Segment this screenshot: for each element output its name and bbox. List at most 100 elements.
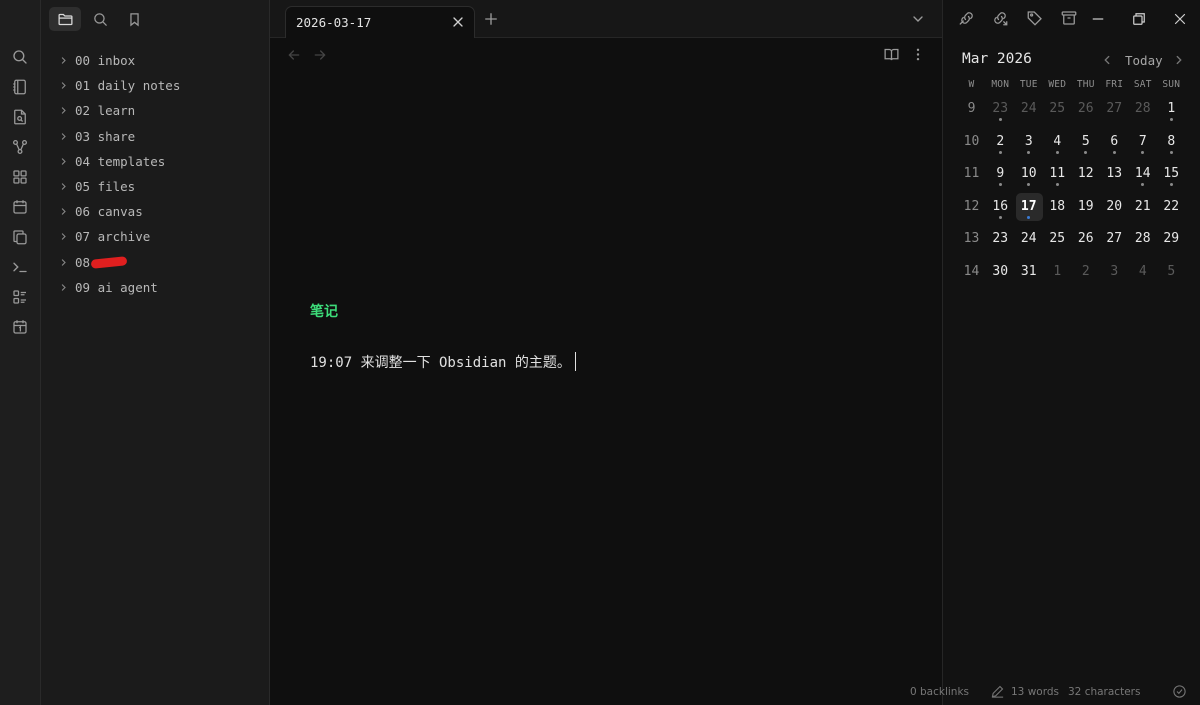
folder-icon[interactable]	[49, 7, 81, 31]
calendar-day[interactable]: 22	[1157, 191, 1186, 224]
calendar-day[interactable]: 6	[1100, 126, 1129, 159]
arrow-left-icon[interactable]	[286, 47, 302, 63]
calendar-week-number[interactable]: 11	[957, 158, 986, 191]
calendar-day-today[interactable]: 17	[1015, 191, 1044, 224]
check-circle-icon[interactable]	[1172, 684, 1187, 699]
calendar-day[interactable]: 1	[1043, 256, 1072, 289]
calendar-day-icon[interactable]	[11, 318, 29, 336]
calendar-day[interactable]: 25	[1043, 93, 1072, 126]
tree-folder[interactable]: 09 ai agent	[41, 275, 269, 300]
tree-folder[interactable]: 02 learn	[41, 98, 269, 123]
link-out-icon[interactable]	[991, 9, 1009, 27]
calendar-day[interactable]: 28	[1129, 93, 1158, 126]
calendar-day[interactable]: 3	[1015, 126, 1044, 159]
calendar-day[interactable]: 7	[1129, 126, 1158, 159]
calendar-note-dot	[1141, 150, 1145, 154]
calendar-day[interactable]: 24	[1015, 223, 1044, 256]
arrow-right-icon[interactable]	[312, 47, 328, 63]
calendar-day[interactable]: 4	[1129, 256, 1158, 289]
bookmark-icon[interactable]	[118, 7, 150, 31]
calendar-day[interactable]: 11	[1043, 158, 1072, 191]
calendar-day[interactable]: 5	[1072, 126, 1101, 159]
status-backlinks[interactable]: 0 backlinks	[910, 686, 969, 698]
link-in-icon[interactable]	[958, 9, 976, 27]
calendar-week-number[interactable]: 10	[957, 126, 986, 159]
calendar-week-number[interactable]: 9	[957, 93, 986, 126]
calendar-day[interactable]: 15	[1157, 158, 1186, 191]
calendar-day[interactable]: 14	[1129, 158, 1158, 191]
tree-folder[interactable]: 00 inbox	[41, 48, 269, 73]
calendar-day[interactable]: 4	[1043, 126, 1072, 159]
tree-folder[interactable]: 04 templates	[41, 149, 269, 174]
calendar-day[interactable]: 31	[1015, 256, 1044, 289]
calendar-today-button[interactable]: Today	[1125, 53, 1163, 68]
tree-folder[interactable]: 06 canvas	[41, 199, 269, 224]
notebook-icon[interactable]	[11, 78, 29, 96]
calendar-day[interactable]: 26	[1072, 93, 1101, 126]
calendar-day[interactable]: 12	[1072, 158, 1101, 191]
calendar-day[interactable]: 10	[1015, 158, 1044, 191]
more-vertical-icon[interactable]	[910, 46, 926, 63]
calendar-day[interactable]: 13	[1100, 158, 1129, 191]
note-heading[interactable]: 笔记	[310, 301, 338, 321]
tree-folder[interactable]: 05 files	[41, 174, 269, 199]
copy-icon[interactable]	[11, 228, 29, 246]
grid-icon[interactable]	[11, 168, 29, 186]
calendar-day-number: 26	[1077, 231, 1094, 246]
calendar-day[interactable]: 29	[1157, 223, 1186, 256]
tree-folder[interactable]: 03 share	[41, 124, 269, 149]
status-word-count: 13 words	[1011, 686, 1059, 698]
calendar-day[interactable]: 26	[1072, 223, 1101, 256]
calendar-weekday-row: W MON TUE WED THU FRI SAT SUN	[957, 79, 1186, 93]
calendar-day[interactable]: 27	[1100, 223, 1129, 256]
close-icon[interactable]	[450, 14, 466, 30]
calendar-weekday-header: SAT	[1133, 79, 1152, 90]
calendar-icon[interactable]	[11, 198, 29, 216]
calendar-day[interactable]: 2	[986, 126, 1015, 159]
calendar-day[interactable]: 23	[986, 223, 1015, 256]
calendar-day[interactable]: 28	[1129, 223, 1158, 256]
layout-list-icon[interactable]	[11, 288, 29, 306]
book-open-icon[interactable]	[883, 46, 900, 63]
calendar-day-number: 16	[992, 198, 1009, 214]
calendar-day[interactable]: 5	[1157, 256, 1186, 289]
calendar-day[interactable]: 1	[1157, 93, 1186, 126]
chevron-right-icon[interactable]	[1172, 52, 1186, 66]
calendar-day[interactable]: 16	[986, 191, 1015, 224]
calendar-day[interactable]: 8	[1157, 126, 1186, 159]
terminal-icon[interactable]	[11, 258, 29, 276]
search-icon[interactable]	[84, 7, 116, 31]
pencil-icon[interactable]	[990, 684, 1005, 699]
calendar-day[interactable]: 27	[1100, 93, 1129, 126]
calendar-day[interactable]: 20	[1100, 191, 1129, 224]
graph-icon[interactable]	[11, 138, 29, 156]
calendar-week-number[interactable]: 13	[957, 223, 986, 256]
calendar-day[interactable]: 23	[986, 93, 1015, 126]
archive-icon[interactable]	[1060, 9, 1078, 27]
tree-folder[interactable]: 01 daily notes	[41, 73, 269, 98]
calendar-day[interactable]: 18	[1043, 191, 1072, 224]
tags-icon[interactable]	[1026, 9, 1044, 27]
chevron-left-icon[interactable]	[1100, 52, 1114, 66]
tree-folder[interactable]: 07 archive	[41, 224, 269, 249]
calendar-week-number[interactable]: 14	[957, 256, 986, 289]
calendar-week-number[interactable]: 12	[957, 191, 986, 224]
chevron-down-icon[interactable]	[910, 11, 926, 27]
calendar-day[interactable]: 21	[1129, 191, 1158, 224]
calendar-day[interactable]: 9	[986, 158, 1015, 191]
close-window-icon[interactable]	[1171, 10, 1187, 26]
calendar-day[interactable]: 19	[1072, 191, 1101, 224]
minimize-icon[interactable]	[1089, 10, 1105, 26]
calendar-day[interactable]: 24	[1015, 93, 1044, 126]
plus-icon[interactable]	[482, 10, 500, 28]
calendar-day[interactable]: 25	[1043, 223, 1072, 256]
tree-folder[interactable]: 08	[41, 250, 269, 275]
note-body-line[interactable]: 19:07 来调整一下 Obsidian 的主题。	[310, 352, 576, 372]
file-search-icon[interactable]	[11, 108, 29, 126]
calendar-day[interactable]: 2	[1072, 256, 1101, 289]
calendar-day[interactable]: 3	[1100, 256, 1129, 289]
search-icon[interactable]	[11, 48, 29, 66]
calendar-day[interactable]: 30	[986, 256, 1015, 289]
tab-note[interactable]: 2026-03-17	[285, 6, 475, 38]
restore-icon[interactable]	[1130, 10, 1146, 26]
